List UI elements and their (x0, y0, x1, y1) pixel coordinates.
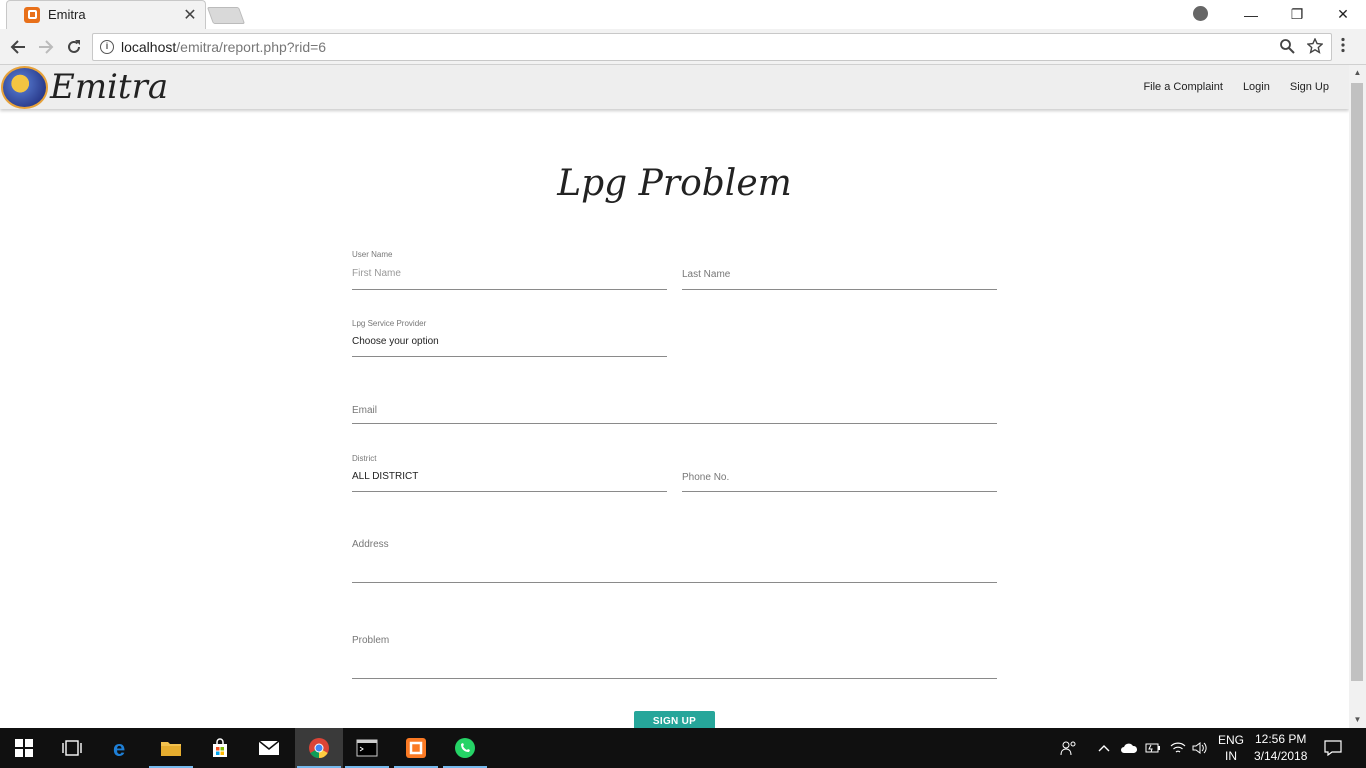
tray-chevron-up-icon[interactable] (1098, 728, 1110, 768)
store-icon[interactable] (196, 728, 244, 768)
clock-date: 3/14/2018 (1254, 749, 1308, 763)
action-center-icon[interactable] (1324, 728, 1342, 768)
nav-sign-up[interactable]: Sign Up (1280, 81, 1339, 93)
minimize-button[interactable]: — (1228, 0, 1274, 29)
submit-button[interactable]: SIGN UP (634, 711, 715, 728)
address-bar[interactable]: i localhost/emitra/report.php?rid=6 (92, 33, 1332, 61)
task-view-icon[interactable] (48, 728, 96, 768)
last-name-placeholder: Last Name (682, 269, 731, 280)
xampp-icon[interactable] (392, 728, 440, 768)
phone-placeholder: Phone No. (682, 472, 730, 483)
profile-icon[interactable] (1193, 6, 1208, 21)
nav-file-complaint[interactable]: File a Complaint (1133, 81, 1232, 93)
browser-toolbar: i localhost/emitra/report.php?rid=6 (0, 29, 1366, 65)
scroll-down-icon[interactable]: ▼ (1349, 712, 1366, 728)
email-placeholder: Email (352, 405, 378, 416)
whatsapp-icon[interactable] (441, 728, 489, 768)
browser-menu-icon[interactable] (1340, 37, 1346, 58)
region-code: IN (1225, 749, 1237, 763)
first-name-placeholder: First Name (352, 268, 401, 279)
onedrive-cloud-icon[interactable] (1120, 728, 1138, 768)
nav-login[interactable]: Login (1233, 81, 1280, 93)
problem-placeholder: Problem (352, 635, 390, 646)
district-label: District (352, 454, 377, 463)
file-explorer-icon[interactable] (147, 728, 195, 768)
svg-text:e: e (113, 737, 125, 759)
browser-titlebar: Emitra ✕ — ❐ ✕ (0, 0, 1366, 29)
scroll-up-icon[interactable]: ▲ (1349, 65, 1366, 81)
provider-select[interactable]: Choose your option (352, 330, 667, 357)
first-name-input[interactable]: First Name (352, 261, 667, 290)
site-navbar: Emitra File a Complaint Login Sign Up (0, 65, 1349, 109)
wifi-icon[interactable] (1170, 728, 1186, 768)
provider-selected-value: Choose your option (352, 336, 439, 347)
edge-browser-icon[interactable]: e (98, 728, 146, 768)
page-title: Lpg Problem (557, 163, 792, 204)
district-selected-value: ALL DISTRICT (352, 471, 419, 482)
tab-title: Emitra (48, 7, 86, 22)
tab-close-icon[interactable]: ✕ (180, 5, 200, 25)
back-arrow-icon[interactable] (6, 35, 30, 59)
battery-icon[interactable] (1145, 728, 1161, 768)
provider-label: Lpg Service Provider (352, 319, 427, 328)
mail-icon[interactable] (245, 728, 293, 768)
problem-textarea[interactable]: Problem (352, 627, 997, 679)
people-icon[interactable] (1060, 728, 1078, 768)
site-brand[interactable]: Emitra (50, 67, 168, 107)
bookmark-star-icon[interactable] (1307, 38, 1323, 54)
last-name-input[interactable]: Last Name (682, 261, 997, 290)
site-nav-links: File a Complaint Login Sign Up (1133, 65, 1339, 109)
clock-time: 12:56 PM (1255, 732, 1307, 746)
browser-tab-content[interactable]: Emitra ✕ (10, 0, 206, 29)
zoom-icon[interactable] (1279, 38, 1295, 54)
email-input[interactable]: Email (352, 395, 997, 424)
chrome-taskbar-icon[interactable] (295, 728, 343, 768)
scroll-thumb[interactable] (1351, 83, 1363, 681)
new-tab-button[interactable] (206, 7, 246, 24)
windows-taskbar: e ENG IN 12:56 PM 3/14/2018 (0, 728, 1366, 768)
username-label: User Name (352, 250, 393, 259)
url-text[interactable]: localhost/emitra/report.php?rid=6 (121, 39, 326, 55)
page-scrollbar[interactable]: ▲ ▼ (1349, 65, 1366, 728)
xampp-favicon-icon (24, 6, 40, 23)
district-select[interactable]: ALL DISTRICT (352, 465, 667, 492)
address-placeholder: Address (352, 539, 389, 550)
close-window-button[interactable]: ✕ (1320, 0, 1366, 29)
reload-icon[interactable] (62, 35, 86, 59)
lang-code: ENG (1218, 733, 1245, 747)
volume-icon[interactable] (1192, 728, 1208, 768)
windows-start-icon[interactable] (0, 728, 48, 768)
clock[interactable]: 12:56 PM 3/14/2018 (1254, 728, 1307, 768)
page-viewport: Emitra File a Complaint Login Sign Up Lp… (0, 65, 1366, 728)
language-indicator[interactable]: ENG IN (1218, 728, 1244, 768)
window-controls: — ❐ ✕ (1228, 0, 1366, 29)
command-prompt-icon[interactable] (343, 728, 391, 768)
info-icon[interactable]: i (100, 40, 114, 54)
maximize-button[interactable]: ❐ (1274, 0, 1320, 29)
phone-input[interactable]: Phone No. (682, 465, 997, 492)
forward-arrow-icon[interactable] (34, 35, 58, 59)
address-textarea[interactable]: Address (352, 531, 997, 583)
logo-globe-icon[interactable] (1, 66, 48, 109)
